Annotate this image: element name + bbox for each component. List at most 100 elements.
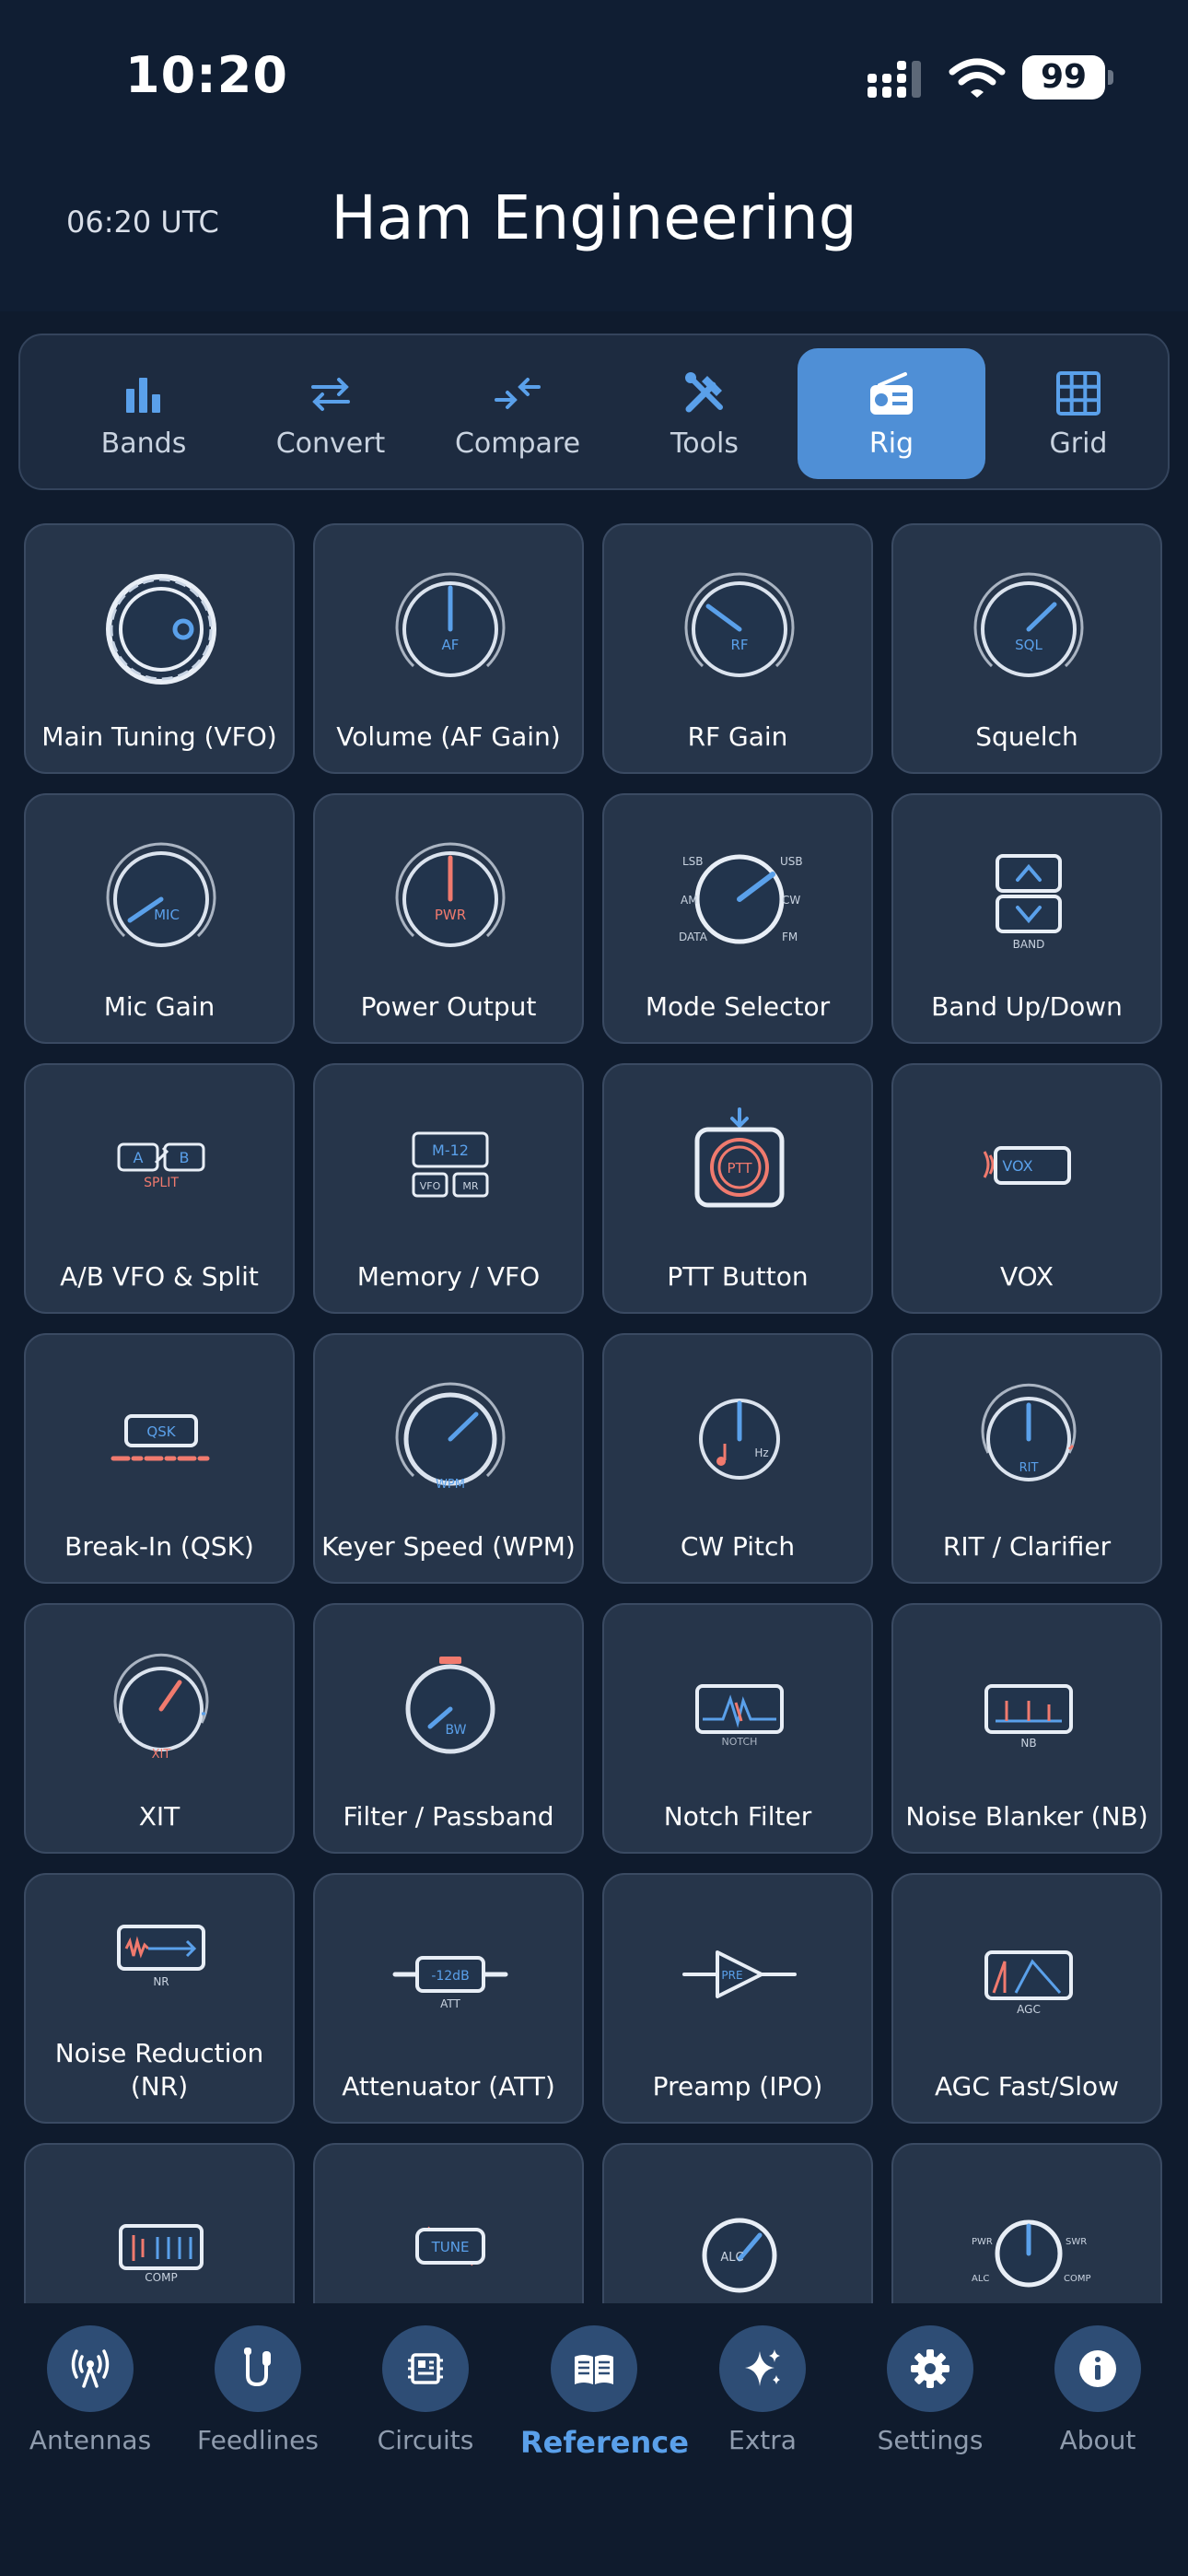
tile-break-in[interactable]: QSK Break-In (QSK) [24,1333,295,1584]
nav-icon-circle [382,2325,469,2412]
comp-label: COMP [145,2271,177,2284]
vfo-b-label: B [180,1149,190,1166]
tile-rit-clarifier[interactable]: RIT RIT / Clarifier [891,1333,1162,1584]
att-value: -12dB [431,1969,469,1984]
tile-caption: XIT [138,1801,181,1832]
battery-tip [1108,70,1113,85]
tile-caption: Power Output [360,991,537,1022]
tile-tune[interactable]: TUNE [313,2143,584,2303]
tile-ab-split[interactable]: A B SPLIT A/B VFO & Split [24,1063,295,1314]
mode-label: USB [780,855,803,868]
tile-xit[interactable]: XIT XIT [24,1603,295,1854]
filter-knob-icon: BW [405,1657,495,1754]
mode-label: AM [681,894,698,907]
page-title-text: Ham Engineering [331,182,857,253]
tile-volume[interactable]: AF Volume (AF Gain) [313,523,584,774]
xit-knob-icon: XIT [113,1653,209,1762]
tile-memory-vfo[interactable]: M-12 VFO MR Memory / VFO [313,1063,584,1314]
nav-reference[interactable]: Reference [520,2325,689,2460]
tile-caption: Mode Selector [645,991,831,1022]
tab-label: Tools [670,427,739,460]
tile-noise-reduction[interactable]: NR Noise Reduction (NR) [24,1873,295,2124]
band-updown-icon: BAND [996,854,1062,951]
comp-icon: COMP [119,2224,204,2284]
nav-feedlines[interactable]: Feedlines [184,2325,332,2455]
tile-noise-blanker[interactable]: NB Noise Blanker (NB) [891,1603,1162,1854]
tab-bands[interactable]: Bands [50,348,238,479]
ptt-label: PTT [727,1160,752,1177]
tile-preamp[interactable]: PRE Preamp (IPO) [602,1873,873,2124]
knob-label: SQL [1015,637,1042,653]
tab-grid[interactable]: Grid [984,348,1172,479]
tab-convert[interactable]: Convert [237,348,425,479]
knob-label: RIT [1019,1461,1039,1475]
tile-squelch[interactable]: SQL Squelch [891,523,1162,774]
tile-caption: RF Gain [687,721,788,752]
nav-icon-circle [887,2325,973,2412]
nav-icon-circle [551,2325,637,2412]
tab-label: Grid [1049,427,1108,460]
tile-caption: Noise Reduction (NR) [54,2038,264,2102]
mode-label: DATA [679,931,708,943]
meter-label: ALC [972,2274,989,2284]
tile-caption: VOX [999,1261,1054,1292]
tile-mic-gain[interactable]: MIC Mic Gain [24,793,295,1044]
tile-ptt-button[interactable]: PTT PTT Button [602,1063,873,1314]
tile-mode-selector[interactable]: LSB USB AM CW DATA FM Mode Selector [602,793,873,1044]
tile-keyer-speed[interactable]: WPM Keyer Speed (WPM) [313,1333,584,1584]
nav-label: Feedlines [197,2425,319,2455]
tile-power-output[interactable]: PWR Power Output [313,793,584,1044]
tile-caption: Noise Blanker (NB) [905,1801,1148,1832]
tile-agc[interactable]: AGC AGC Fast/Slow [891,1873,1162,2124]
tab-label: Compare [454,427,581,460]
nav-about[interactable]: About [1024,2325,1171,2455]
tile-vox[interactable]: VOX VOX [891,1063,1162,1314]
cellular-signal-icon [868,61,921,98]
nav-icon-circle [1054,2325,1141,2412]
page-title: Ham Engineering [0,182,1188,253]
af-knob-icon: AF [395,572,506,677]
notch-label: NOTCH [722,1736,758,1748]
tab-rig[interactable]: Rig [798,348,985,479]
nav-label: About [1059,2425,1136,2455]
tab-compare[interactable]: Compare [424,348,611,479]
tune-icon: TUNE [415,2226,485,2266]
tile-main-tuning[interactable]: Main Tuning (VFO) [24,523,295,774]
pwr-knob-icon: PWR [395,842,506,947]
tile-attenuator[interactable]: -12dB ATT Attenuator (ATT) [313,1873,584,2124]
notch-icon: NOTCH [695,1684,784,1748]
nr-icon: NR [117,1925,205,1988]
wpm-knob-icon: WPM [395,1382,506,1492]
tile-cw-pitch[interactable]: Hz CW Pitch [602,1333,873,1584]
tools-icon [685,371,723,412]
tile-caption: Preamp (IPO) [652,2071,823,2102]
bottom-navigation: Antennas Feedlines Circuits Reference Ex… [0,2303,1188,2576]
status-time: 10:20 [125,46,288,104]
nav-label: Antennas [29,2425,152,2455]
vox-label: VOX [1002,1157,1032,1175]
meter-label: COMP [1064,2274,1091,2284]
circuit-icon [408,2353,443,2384]
hz-label: Hz [754,1446,768,1459]
knob-label: MIC [154,907,180,923]
bar-chart-icon [126,377,160,413]
nav-circuits[interactable]: Circuits [352,2325,499,2455]
nav-antennas[interactable]: Antennas [17,2325,164,2455]
mode-label: CW [782,894,800,907]
tile-rf-gain[interactable]: RF RF Gain [602,523,873,774]
tile-compressor[interactable]: COMP [24,2143,295,2303]
nav-settings[interactable]: Settings [856,2325,1004,2455]
mode-label: LSB [682,855,704,868]
tile-alc[interactable]: ALC [602,2143,873,2303]
tile-filter-passband[interactable]: BW Filter / Passband [313,1603,584,1854]
tab-tools[interactable]: Tools [611,348,798,479]
nav-extra[interactable]: Extra [689,2325,836,2455]
sparkles-icon [745,2349,780,2386]
tile-meter-select[interactable]: PWR SWR ALC COMP [891,2143,1162,2303]
cw-pitch-icon: Hz [699,1399,780,1480]
vfo-knob-icon [106,574,216,685]
tile-band-updown[interactable]: BAND Band Up/Down [891,793,1162,1044]
tile-caption: RIT / Clarifier [942,1531,1112,1562]
mode-label: FM [782,931,798,943]
tile-notch-filter[interactable]: NOTCH Notch Filter [602,1603,873,1854]
